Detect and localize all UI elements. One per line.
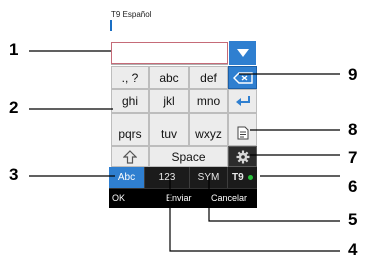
number-mode-button[interactable]: 123 xyxy=(145,167,190,188)
key-jkl[interactable]: jkl xyxy=(149,89,189,113)
callout-3: 3 xyxy=(9,165,19,184)
callout-9: 9 xyxy=(348,65,358,84)
softkey-cancel[interactable]: Cancelar xyxy=(211,193,247,203)
menu-icon xyxy=(237,126,248,139)
callout-2: 2 xyxy=(9,98,19,117)
shift-button[interactable] xyxy=(111,146,149,167)
settings-icon xyxy=(236,150,249,163)
settings-button[interactable] xyxy=(228,146,257,167)
text-input-field[interactable] xyxy=(111,42,228,64)
t9-mode-button[interactable]: T9 xyxy=(228,167,257,188)
key-pqrs[interactable]: pqrs xyxy=(111,113,149,146)
backspace-icon xyxy=(232,71,253,84)
key-wxyz[interactable]: wxyz xyxy=(189,113,228,146)
softkey-ok[interactable]: OK xyxy=(112,193,125,203)
callout-6: 6 xyxy=(348,177,358,196)
enter-button[interactable] xyxy=(228,89,257,113)
mode-bar: Abc 123 SYM T9 xyxy=(109,167,257,188)
options-button[interactable] xyxy=(228,113,257,146)
callout-8: 8 xyxy=(348,120,358,139)
callout-5: 5 xyxy=(348,210,358,229)
key-ghi[interactable]: ghi xyxy=(111,89,149,113)
shift-icon xyxy=(123,149,137,164)
softkey-bar: OK Enviar Cancelar xyxy=(109,188,257,208)
dropdown-button[interactable] xyxy=(229,41,256,65)
t9-label: T9 xyxy=(232,172,244,183)
phone-screen: T9 Español ., ? abc def ghi jkl mno pqrs… xyxy=(109,0,257,208)
backspace-button[interactable] xyxy=(228,66,257,89)
callout-4: 4 xyxy=(348,240,358,259)
key-mno[interactable]: mno xyxy=(189,89,228,113)
softkey-send[interactable]: Enviar xyxy=(166,193,192,203)
abc-mode-button[interactable]: Abc xyxy=(109,167,145,188)
key-tuv[interactable]: tuv xyxy=(149,113,189,146)
callout-1: 1 xyxy=(9,40,19,59)
dropdown-arrow-icon xyxy=(236,49,249,57)
callout-7: 7 xyxy=(348,148,358,167)
input-underline xyxy=(111,64,228,65)
key-abc[interactable]: abc xyxy=(149,66,189,89)
text-cursor xyxy=(110,20,112,31)
enter-icon xyxy=(235,96,250,106)
t9-indicator-dot xyxy=(247,175,253,180)
symbol-mode-button[interactable]: SYM xyxy=(190,167,228,188)
key-punctuation[interactable]: ., ? xyxy=(111,66,149,89)
key-def[interactable]: def xyxy=(189,66,228,89)
input-mode-title: T9 Español xyxy=(111,10,152,19)
space-key[interactable]: Space xyxy=(149,146,228,167)
